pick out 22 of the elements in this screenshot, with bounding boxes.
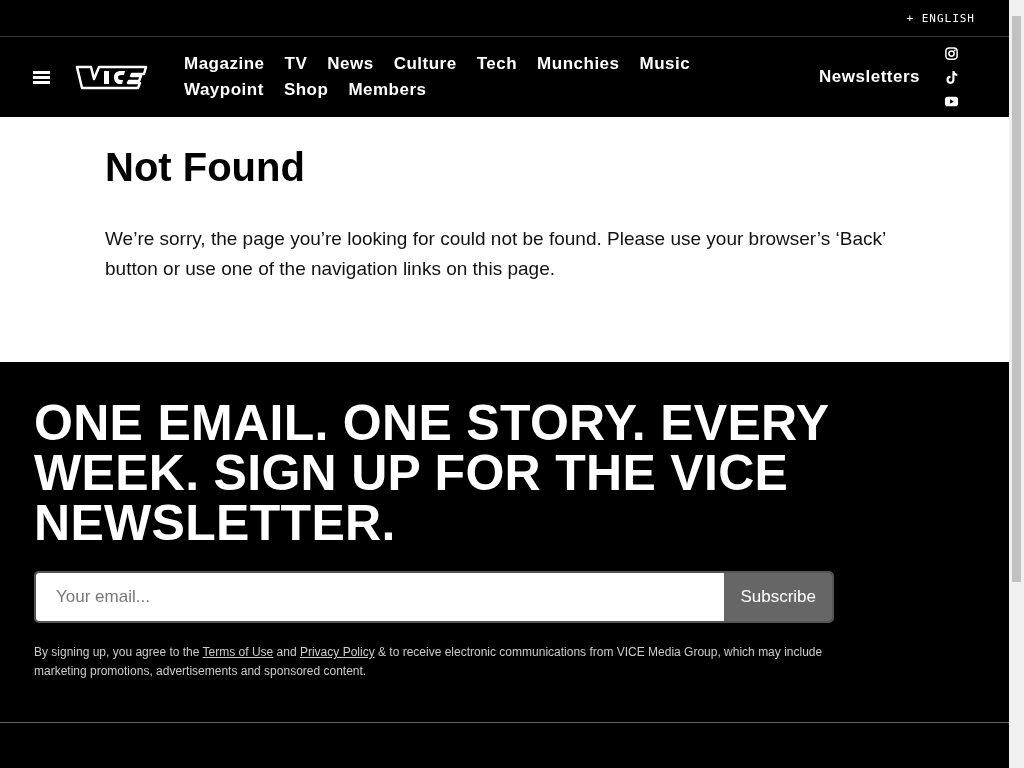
scrollbar[interactable] — [1009, 0, 1024, 768]
newsletter-headline: ONE EMAIL. ONE STORY. EVERY WEEK. SIGN UP FOR THE VICE NEWSLETTER. — [34, 398, 830, 548]
instagram-icon[interactable] — [944, 45, 959, 61]
tiktok-icon[interactable] — [944, 69, 959, 85]
error-message: We’re sorry, the page you’re looking for could not be found. Please use your browser’s ‘Back’ button or use one of the navigation links on this page. — [105, 227, 887, 281]
menu-icon[interactable] — [33, 70, 50, 84]
nav-link[interactable]: Culture — [393, 54, 457, 74]
nav-link[interactable]: Members — [348, 80, 427, 100]
disclaimer-text: By signing up, you agree to the Terms of Use and Privacy Policy & to receive electronic communications from VICE Media Group, which may include marketing promotions, advertisements and sponsored content. — [34, 644, 824, 680]
nav-link[interactable]: TV — [284, 54, 308, 74]
nav-link[interactable]: Waypoint — [184, 80, 264, 100]
nav-link[interactable]: Music — [639, 54, 691, 74]
nav-link[interactable]: Munchies — [537, 54, 620, 74]
nav-link[interactable]: Magazine — [184, 54, 265, 74]
language-selector[interactable]: + ENGLISH — [906, 11, 975, 25]
policy-link[interactable]: Terms of Use — [202, 645, 274, 659]
page-title: Not Found — [105, 145, 306, 190]
policy-link[interactable]: Privacy Policy — [299, 645, 375, 659]
nav-link[interactable]: Tech — [476, 54, 518, 74]
newsletters-link[interactable]: Newsletters — [819, 67, 920, 87]
nav-link[interactable]: Shop — [283, 80, 329, 100]
nav-link[interactable]: News — [327, 54, 374, 74]
